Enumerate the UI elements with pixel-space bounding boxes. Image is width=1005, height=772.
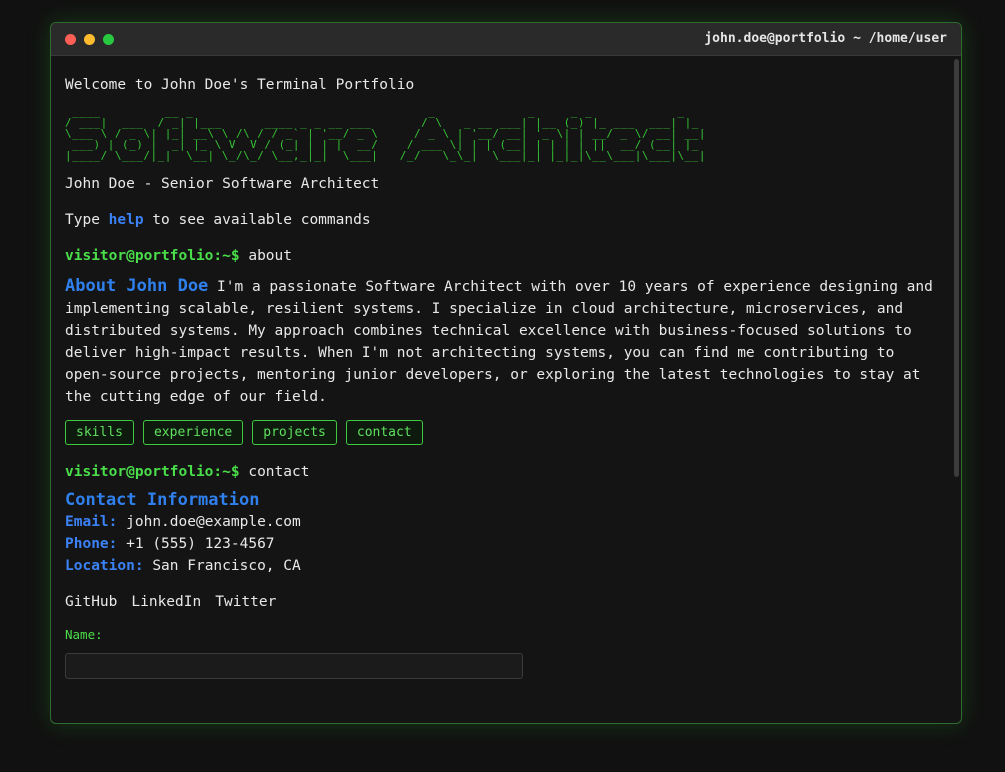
about-body: I'm a passionate Software Architect with… bbox=[65, 279, 933, 405]
quick-command-buttons: skills experience projects contact bbox=[65, 420, 939, 445]
entered-command: about bbox=[248, 248, 292, 264]
phone-label: Phone: bbox=[65, 536, 118, 552]
name-field-label: Name: bbox=[65, 627, 103, 642]
welcome-message: Welcome to John Doe's Terminal Portfolio bbox=[65, 77, 415, 93]
name-input[interactable] bbox=[65, 653, 523, 679]
location-label: Location: bbox=[65, 558, 144, 574]
vertical-scrollbar[interactable] bbox=[954, 59, 959, 477]
location-value: San Francisco, CA bbox=[152, 558, 301, 574]
shell-prompt: visitor@portfolio:~$ bbox=[65, 248, 240, 264]
contact-location-row: Location: San Francisco, CA bbox=[65, 555, 939, 577]
contact-heading: Contact Information bbox=[65, 490, 260, 510]
hint-prefix: Type bbox=[65, 212, 109, 228]
email-value[interactable]: john.doe@example.com bbox=[126, 514, 301, 530]
terminal-content: Welcome to John Doe's Terminal Portfolio… bbox=[51, 56, 953, 723]
contact-command-line: visitor@portfolio:~$ contact bbox=[65, 461, 939, 483]
title-bar: john.doe@portfolio ~ /home/user bbox=[51, 23, 961, 56]
email-label: Email: bbox=[65, 514, 118, 530]
projects-button[interactable]: projects bbox=[252, 420, 337, 445]
about-command-line: visitor@portfolio:~$ about bbox=[65, 245, 939, 267]
close-window-button[interactable] bbox=[65, 34, 76, 45]
minimize-window-button[interactable] bbox=[84, 34, 95, 45]
terminal-window: john.doe@portfolio ~ /home/user Welcome … bbox=[50, 22, 962, 724]
linkedin-link[interactable]: LinkedIn bbox=[131, 591, 201, 613]
window-title: john.doe@portfolio ~ /home/user bbox=[704, 31, 947, 46]
ascii-banner-software-architect: ____ __ _ _ _ _ _ _ / ___| ___ / _| |___… bbox=[65, 105, 707, 162]
experience-button[interactable]: experience bbox=[142, 420, 244, 445]
help-hint: Type help to see available commands bbox=[65, 209, 939, 231]
profile-subtitle: John Doe - Senior Software Architect bbox=[65, 176, 380, 192]
contact-email-row: Email: john.doe@example.com bbox=[65, 511, 939, 533]
shell-prompt: visitor@portfolio:~$ bbox=[65, 464, 240, 480]
maximize-window-button[interactable] bbox=[103, 34, 114, 45]
twitter-link[interactable]: Twitter bbox=[215, 591, 276, 613]
help-command-link[interactable]: help bbox=[109, 212, 144, 228]
about-heading: About John Doe bbox=[65, 276, 209, 296]
contact-button[interactable]: contact bbox=[345, 420, 423, 445]
social-links: GitHub LinkedIn Twitter bbox=[65, 591, 939, 613]
contact-phone-row: Phone: +1 (555) 123-4567 bbox=[65, 533, 939, 555]
phone-value[interactable]: +1 (555) 123-4567 bbox=[126, 536, 274, 552]
skills-button[interactable]: skills bbox=[65, 420, 134, 445]
github-link[interactable]: GitHub bbox=[65, 591, 117, 613]
hint-suffix: to see available commands bbox=[143, 212, 371, 228]
entered-command: contact bbox=[248, 464, 310, 480]
about-section: About John Doe I'm a passionate Software… bbox=[65, 275, 939, 408]
